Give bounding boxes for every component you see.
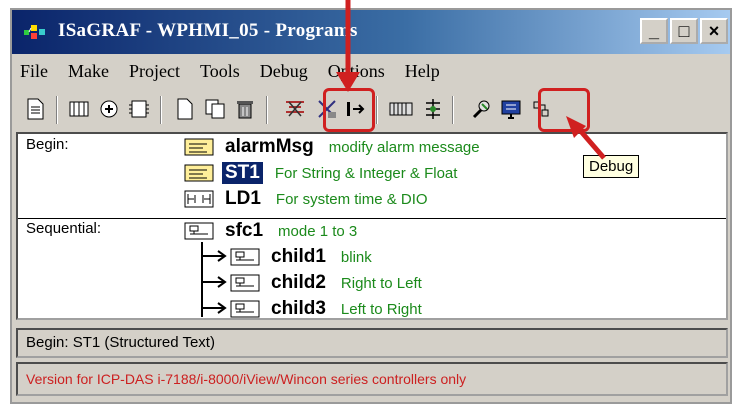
sfc-program-icon [184,222,214,240]
program-row-child2[interactable]: child2 Right to Left [230,272,422,294]
program-row-ld1[interactable]: LD1 For system time & DIO [184,188,428,210]
menu-help[interactable]: Help [405,61,440,82]
program-name-selected: ST1 [222,162,263,184]
program-name: LD1 [225,188,261,209]
program-description: Right to Left [340,274,422,292]
simulate-icon[interactable] [388,96,414,122]
highlight-verify [323,88,375,132]
debug-icon[interactable] [468,96,494,122]
window-title: ISaGRAF - WPHMI_05 - Programs [58,20,358,41]
menu-make[interactable]: Make [68,61,109,82]
program-row-child3[interactable]: child3 Left to Right [230,298,422,320]
copy-program-icon[interactable] [202,96,228,122]
isagraf-window: ISaGRAF - WPHMI_05 - Programs _ □ × File… [10,8,732,404]
menu-bar: File Make Project Tools Debug Options He… [12,56,730,86]
variables-icon[interactable] [96,96,122,122]
section-divider [18,218,726,219]
program-row-child1[interactable]: child1 blink [230,246,372,268]
program-description: blink [340,248,372,266]
new-program-icon[interactable] [172,96,198,122]
debug-tooltip: Debug [583,155,640,178]
delete-program-icon[interactable] [232,96,258,122]
program-name: child2 [271,272,326,293]
menu-project[interactable]: Project [129,61,180,82]
section-label-sequential: Sequential: [26,220,102,237]
maximize-button[interactable]: □ [670,18,698,44]
program-row-sfc1[interactable]: sfc1 mode 1 to 3 [184,220,357,242]
sfc-child-icon [230,248,260,266]
dictionary-icon[interactable] [66,96,92,122]
menu-tools[interactable]: Tools [200,61,240,82]
ld-program-icon [184,190,214,208]
program-description: For system time & DIO [275,190,428,208]
program-name: sfc1 [225,220,264,241]
program-description: modify alarm message [328,138,480,156]
status-bar-version: Version for ICP-DAS i-7188/i-8000/iView/… [16,362,728,396]
program-row-st1[interactable]: ST1 For String & Integer & Float [184,162,457,184]
edit-doc-icon[interactable] [22,96,48,122]
program-description: mode 1 to 3 [278,222,358,240]
program-description: Left to Right [340,300,422,318]
download-icon[interactable] [420,96,446,122]
program-name: child1 [271,246,326,267]
isagraf-app-icon[interactable] [22,22,48,42]
menu-file[interactable]: File [20,61,48,82]
st-program-icon [184,138,214,156]
highlight-debug [538,88,590,132]
program-name: child3 [271,298,326,319]
program-name: alarmMsg [225,136,314,157]
monitor-icon[interactable] [498,96,524,122]
menu-debug[interactable]: Debug [260,61,308,82]
sfc-child-icon [230,300,260,318]
title-bar[interactable]: ISaGRAF - WPHMI_05 - Programs _ □ × [12,10,730,54]
verify-icon[interactable] [282,96,308,122]
section-label-begin: Begin: [26,136,69,153]
sfc-child-icon [230,274,260,292]
menu-options[interactable]: Options [328,61,385,82]
program-row-alarmmsg[interactable]: alarmMsg modify alarm message [184,136,480,158]
program-description: For String & Integer & Float [274,164,458,182]
close-button[interactable]: × [700,18,728,44]
io-connection-icon[interactable] [126,96,152,122]
st-program-icon [184,164,214,182]
status-bar-program: Begin: ST1 (Structured Text) [16,328,728,358]
minimize-button[interactable]: _ [640,18,668,44]
